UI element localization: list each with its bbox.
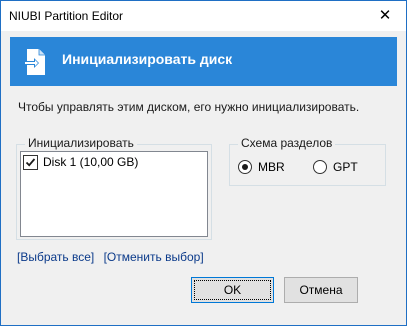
window-title: NIUBI Partition Editor	[9, 9, 124, 23]
title-bar[interactable]: NIUBI Partition Editor ✕	[1, 1, 406, 31]
deselect-link[interactable]: [Отменить выбор]	[104, 250, 204, 264]
header-banner: Инициализировать диск	[10, 37, 397, 86]
cancel-button[interactable]: Отмена	[284, 277, 358, 303]
mbr-option[interactable]: MBR	[238, 160, 285, 174]
mbr-radio[interactable]	[238, 160, 252, 174]
disk-list[interactable]: Disk 1 (10,00 GB)	[20, 151, 208, 237]
gpt-option[interactable]: GPT	[313, 160, 358, 174]
disk-checkbox[interactable]	[23, 154, 38, 170]
initialize-groupbox: Инициализировать Disk 1 (10,00 GB)	[16, 136, 212, 240]
gpt-radio[interactable]	[313, 160, 327, 174]
initialize-legend: Инициализировать	[25, 136, 137, 150]
gpt-label: GPT	[333, 160, 358, 174]
cancel-label: Отмена	[299, 283, 343, 297]
list-item[interactable]: Disk 1 (10,00 GB)	[23, 154, 138, 170]
dialog-window: NIUBI Partition Editor ✕ Инициализироват…	[0, 0, 407, 326]
select-all-link[interactable]: [Выбрать все]	[17, 250, 94, 264]
mbr-label: MBR	[258, 160, 285, 174]
partition-scheme-groupbox: Схема разделов MBR GPT	[229, 136, 386, 186]
focus-rectangle	[194, 280, 271, 300]
checkmark-icon	[25, 157, 36, 167]
selection-links: [Выбрать все] [Отменить выбор]	[17, 250, 204, 264]
disk-import-icon	[24, 48, 48, 76]
banner-title: Инициализировать диск	[62, 51, 233, 67]
close-icon[interactable]: ✕	[374, 7, 396, 25]
disk-label: Disk 1 (10,00 GB)	[43, 155, 139, 169]
instruction-text: Чтобы управлять этим диском, его нужно и…	[18, 100, 360, 114]
scheme-legend: Схема разделов	[238, 136, 336, 150]
ok-button[interactable]: OK	[191, 277, 274, 303]
radio-selected-dot	[242, 164, 248, 170]
